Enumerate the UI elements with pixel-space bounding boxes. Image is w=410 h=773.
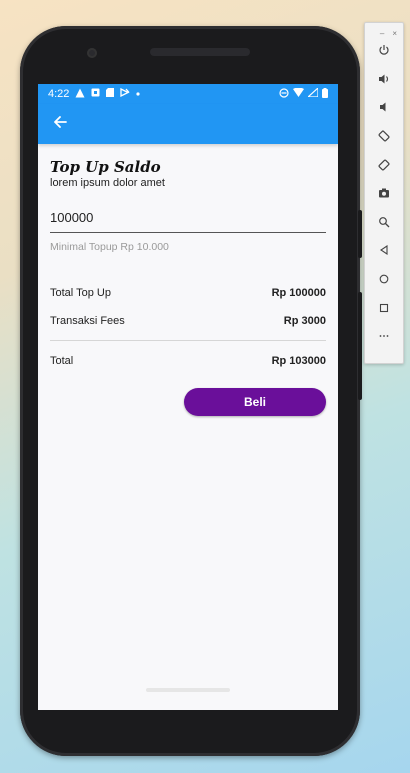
rotate-right-icon (378, 158, 390, 176)
back-icon (378, 243, 390, 261)
arrow-left-icon (52, 114, 68, 135)
dot-icon (136, 89, 141, 99)
total-topup-value: Rp 100000 (271, 287, 326, 299)
total-topup-label: Total Top Up (50, 287, 111, 299)
warning-icon (75, 88, 85, 101)
total-row: Total Rp 103000 (50, 355, 326, 367)
power-button[interactable] (365, 38, 403, 67)
volume-down-button[interactable] (365, 95, 403, 124)
zoom-icon (378, 215, 390, 233)
back-button[interactable] (48, 112, 72, 136)
cast-icon (120, 87, 130, 100)
sim-icon (106, 88, 115, 100)
more-button[interactable] (365, 324, 403, 353)
home-icon (378, 272, 390, 290)
page-title: Top Up Saldo (50, 158, 161, 176)
rotate-left-icon (378, 129, 390, 147)
app-bar (38, 104, 338, 144)
warning-icon (91, 88, 100, 100)
transaction-fees-row: Transaksi Fees Rp 3000 (50, 315, 326, 327)
minimum-topup-hint: Minimal Topup Rp 10.000 (50, 241, 169, 253)
total-value: Rp 103000 (271, 355, 326, 367)
volume-down-icon (378, 100, 390, 118)
minimize-button[interactable]: – (380, 29, 384, 38)
buy-button-container: Beli (38, 388, 338, 416)
phone-frame: 4:22 Top Up Saldo lorem ipsum dolor amet… (20, 26, 360, 756)
more-icon (378, 329, 390, 347)
summary-divider (50, 340, 326, 341)
home-gesture-bar[interactable] (146, 688, 230, 692)
earpiece-speaker (150, 48, 250, 56)
camera-icon (378, 186, 390, 204)
total-label: Total (50, 355, 74, 367)
volume-side-button (358, 292, 362, 400)
wifi-icon (293, 87, 304, 100)
amount-input[interactable] (50, 210, 326, 225)
rotate-right-button[interactable] (365, 152, 403, 181)
top-up-form: Top Up Saldo lorem ipsum dolor amet Mini… (38, 144, 338, 367)
overview-icon (378, 301, 390, 319)
transaction-fees-label: Transaksi Fees (50, 315, 125, 327)
rotate-left-button[interactable] (365, 124, 403, 153)
phone-screen: 4:22 Top Up Saldo lorem ipsum dolor amet… (38, 84, 338, 710)
power-side-button (358, 210, 362, 258)
power-icon (378, 43, 390, 61)
battery-icon (322, 87, 328, 101)
total-topup-row: Total Top Up Rp 100000 (50, 287, 326, 299)
buy-button[interactable]: Beli (184, 388, 326, 416)
close-button[interactable]: × (392, 29, 397, 38)
zoom-button[interactable] (365, 210, 403, 239)
volume-up-button[interactable] (365, 67, 403, 96)
amount-field[interactable] (50, 203, 326, 233)
page-subtitle: lorem ipsum dolor amet (50, 177, 165, 189)
toolbar-window-controls: – × (365, 23, 403, 38)
emulator-toolbar: – × (364, 22, 404, 364)
dnd-icon (279, 87, 289, 101)
transaction-fees-value: Rp 3000 (283, 315, 326, 327)
volume-up-icon (378, 72, 390, 90)
signal-icon (306, 86, 319, 100)
nav-back-button[interactable] (365, 238, 403, 267)
front-camera (87, 48, 97, 58)
status-bar: 4:22 (38, 84, 338, 104)
screenshot-button[interactable] (365, 181, 403, 210)
nav-home-button[interactable] (365, 267, 403, 296)
status-time: 4:22 (48, 88, 70, 100)
nav-overview-button[interactable] (365, 295, 403, 324)
